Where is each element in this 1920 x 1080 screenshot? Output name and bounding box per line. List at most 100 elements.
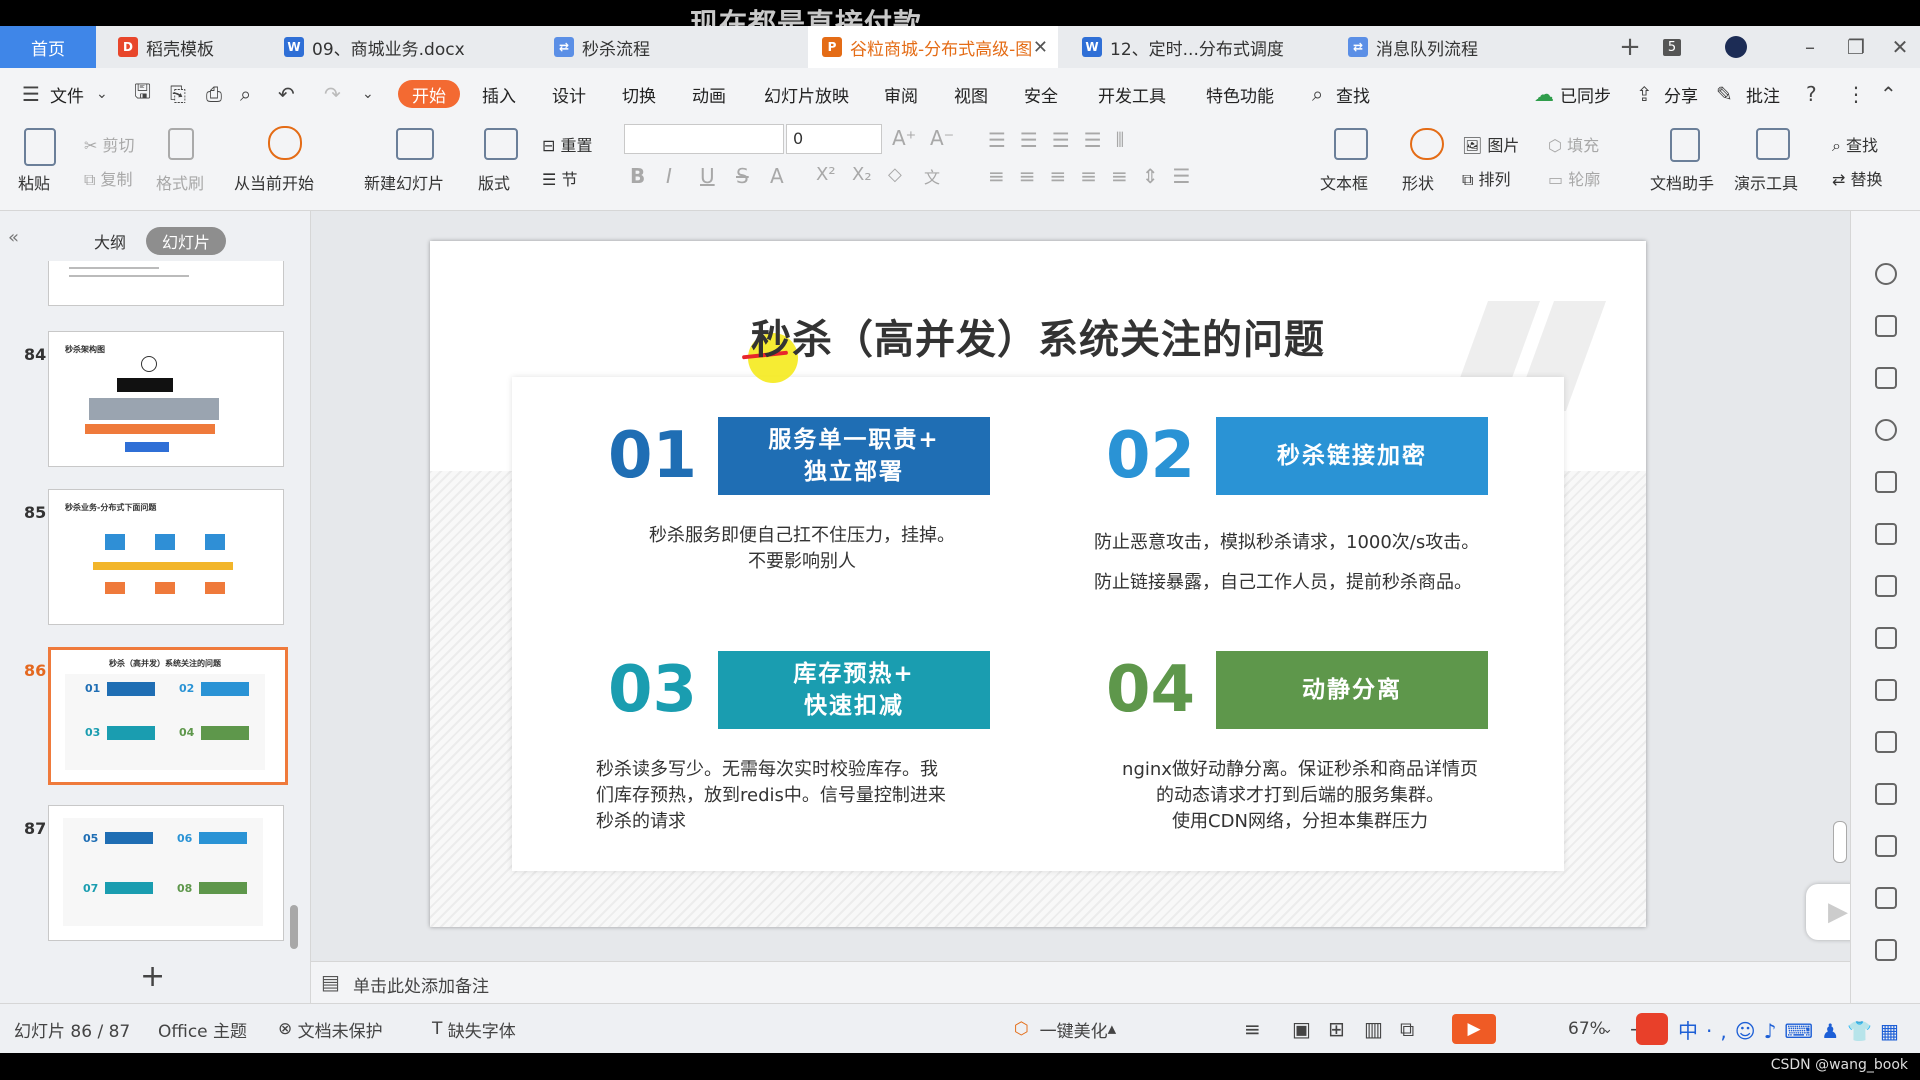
paint-icon[interactable]	[1875, 471, 1897, 493]
tab-slides[interactable]: 幻灯片	[146, 227, 226, 255]
help-icon[interactable]: ?	[1806, 68, 1817, 120]
tab-flow[interactable]: ⇄ 秒杀流程	[540, 26, 802, 68]
paste-icon[interactable]	[24, 128, 56, 166]
cloud-sync-icon[interactable]: ☁	[1534, 68, 1554, 120]
notes-toggle-icon[interactable]: ≡	[1244, 1004, 1261, 1054]
hamburger-icon[interactable]: ☰	[22, 68, 40, 120]
print-icon[interactable]: ⎙	[206, 68, 222, 120]
shapes-icon[interactable]	[1875, 367, 1897, 389]
new-tab-plus-icon[interactable]: +	[1610, 26, 1650, 68]
new-slide-button[interactable]: 新建幻灯片	[364, 170, 444, 194]
copy-icon[interactable]	[1875, 315, 1897, 337]
slide-thumbnail-87[interactable]: 05 06 07 08	[48, 805, 284, 941]
menu-review[interactable]: 审阅	[884, 68, 918, 120]
restore-icon[interactable]: ❐	[1836, 26, 1876, 68]
share-button[interactable]: 分享	[1664, 68, 1698, 120]
undo-list-icon[interactable]: ⎘	[170, 68, 186, 120]
clear-format-icon[interactable]: ◇	[888, 164, 902, 185]
close-window-icon[interactable]: ✕	[1880, 26, 1920, 68]
menu-transition[interactable]: 切换	[622, 68, 656, 120]
share-icon[interactable]: ⇪	[1636, 68, 1653, 120]
collapse-panel-icon[interactable]: «	[8, 227, 19, 248]
slide-thumbnail-86-selected[interactable]: 秒杀（高并发）系统关注的问题 01 02 03 04	[48, 647, 288, 785]
reading-view-icon[interactable]: ▥	[1364, 1004, 1383, 1054]
text-box-icon[interactable]	[1334, 128, 1368, 160]
ime-toolbar[interactable]: 中·,☺♪⌨♟👕▦	[1636, 1004, 1907, 1054]
thumbnail-scrollbar[interactable]	[290, 905, 298, 949]
undo-icon[interactable]: ↶	[278, 68, 295, 120]
table-icon[interactable]	[1875, 523, 1897, 545]
grow-font-icon[interactable]: A⁺	[892, 126, 916, 150]
grid-icon[interactable]	[1875, 575, 1897, 597]
notes-pane[interactable]: ▤ 单击此处添加备注	[311, 961, 1850, 1004]
normal-view-icon[interactable]: ▣	[1292, 1004, 1311, 1054]
phonetic-icon[interactable]: 文	[924, 164, 940, 188]
menu-insert[interactable]: 插入	[482, 68, 516, 120]
replace-button[interactable]: ⇄ 替换	[1832, 166, 1883, 190]
arrange-button[interactable]: ⧉ 排列	[1462, 166, 1511, 190]
menu-view[interactable]: 视图	[954, 68, 988, 120]
presenter-view-icon[interactable]: ⧉	[1400, 1004, 1414, 1054]
image-icon[interactable]	[1875, 887, 1897, 909]
save-icon[interactable]: 🖫	[134, 68, 151, 120]
close-icon[interactable]: ✕	[1033, 37, 1048, 58]
shape-button[interactable]: 形状	[1402, 170, 1434, 194]
search-icon[interactable]: ⌕	[1312, 68, 1323, 120]
play-from-current-icon[interactable]	[268, 126, 302, 160]
fill-button[interactable]: ⬡ 填充	[1548, 132, 1599, 156]
find-button[interactable]: ⌕ 查找	[1832, 132, 1878, 156]
avatar[interactable]	[1718, 26, 1754, 68]
play-slideshow-button[interactable]: ▶	[1452, 1004, 1496, 1054]
sliders-icon[interactable]	[1875, 679, 1897, 701]
minimize-icon[interactable]: –	[1790, 26, 1830, 68]
layout-icon[interactable]	[484, 128, 518, 160]
item-description[interactable]: 秒杀读多写少。无需每次实时校验库存。我 们库存预热，放到redis中。信号量控制…	[596, 757, 996, 835]
sound-icon[interactable]	[1875, 939, 1897, 961]
new-slide-icon[interactable]	[396, 128, 434, 160]
list-icons[interactable]: ☰☰☰☰⫴	[988, 128, 1138, 152]
presentation-tools-icon[interactable]	[1756, 128, 1790, 160]
chevron-down-icon[interactable]: ⌄	[96, 68, 108, 120]
menu-slideshow[interactable]: 幻灯片放映	[764, 68, 849, 120]
item-heading-box[interactable]: 秒杀链接加密	[1216, 417, 1488, 495]
cut-button[interactable]: ✂ 剪切	[84, 132, 135, 156]
menu-special[interactable]: 特色功能	[1206, 68, 1274, 120]
tab-home[interactable]: 首页	[0, 26, 96, 68]
strikethrough-icon[interactable]: S	[736, 164, 749, 188]
play-from-current-button[interactable]: 从当前开始	[234, 170, 314, 194]
tab-outline[interactable]: 大纲	[82, 227, 138, 255]
menu-file[interactable]: 文件	[50, 68, 84, 120]
subscript-icon[interactable]: X₂	[852, 164, 872, 185]
menu-security[interactable]: 安全	[1024, 68, 1058, 120]
menu-search[interactable]: 查找	[1336, 68, 1370, 120]
item-description[interactable]: nginx做好动静分离。保证秒杀和商品详情页 的动态请求才打到后端的服务集群。 …	[1090, 757, 1510, 835]
annotate-icon[interactable]: ✎	[1716, 68, 1733, 120]
item-heading-box[interactable]: 动静分离	[1216, 651, 1488, 729]
font-name-input[interactable]	[624, 124, 784, 154]
bold-icon[interactable]: B	[630, 164, 645, 188]
picture-button[interactable]: 🖼 图片	[1462, 132, 1519, 156]
item-description[interactable]: 秒杀服务即便自己扛不住压力，挂掉。 不要影响别人	[622, 523, 982, 575]
customize-icon[interactable]: ⌄	[362, 68, 374, 120]
tab-template[interactable]: D 稻壳模板	[104, 26, 264, 68]
item-heading-box[interactable]: 服务单一职责+ 独立部署	[718, 417, 990, 495]
print-preview-icon[interactable]: ⌕	[240, 68, 251, 120]
slide-thumbnail-84[interactable]: 秒杀架构图	[48, 331, 284, 467]
presentation-tools-button[interactable]: 演示工具	[1734, 170, 1798, 194]
outline-button[interactable]: ▭ 轮廓	[1548, 166, 1600, 190]
export-icon[interactable]	[1875, 783, 1897, 805]
picture-icon[interactable]	[1875, 731, 1897, 753]
tab-presentation-active[interactable]: P 谷粒商城-分布式高级-图 ✕	[808, 26, 1058, 68]
bar-chart-icon[interactable]	[1875, 627, 1897, 649]
tab-mq-flow[interactable]: ⇄ 消息队列流程	[1334, 26, 1594, 68]
protect-status[interactable]: ⊗ 文档未保护	[278, 1004, 383, 1054]
beautify-button[interactable]: ⬡ 一键美化 ▴	[1014, 1004, 1116, 1054]
sorter-view-icon[interactable]: ⊞	[1328, 1004, 1345, 1054]
format-painter-button[interactable]: 格式刷	[156, 170, 204, 194]
zoom-chevron-icon[interactable]: ⌄	[1602, 1004, 1613, 1054]
format-painter-icon[interactable]	[168, 128, 194, 160]
item-heading-box[interactable]: 库存预热+ 快速扣减	[718, 651, 990, 729]
sync-status[interactable]: 已同步	[1560, 68, 1611, 120]
annotate-button[interactable]: 批注	[1746, 68, 1780, 120]
text-box-button[interactable]: 文本框	[1320, 170, 1368, 194]
